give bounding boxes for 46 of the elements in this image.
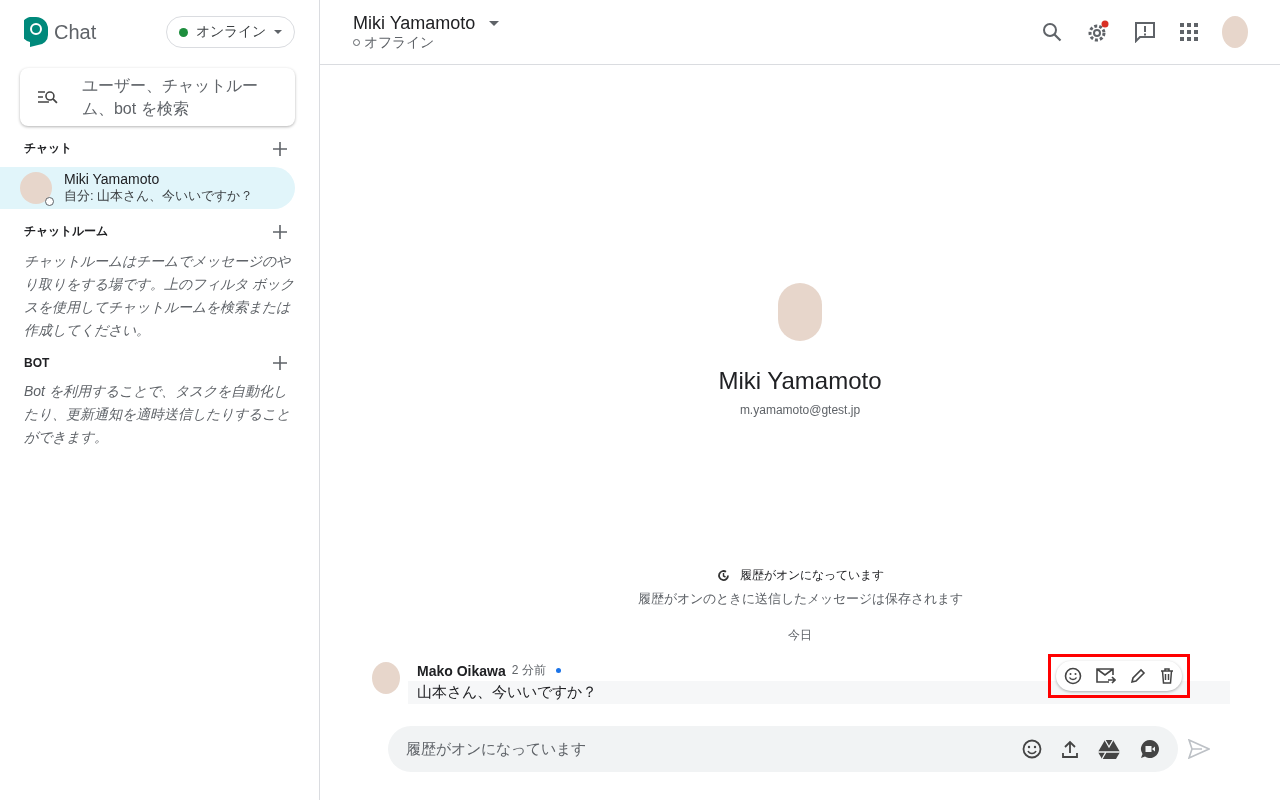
feedback-icon[interactable]: [1134, 21, 1156, 43]
profile-name: Miki Yamamoto: [718, 367, 882, 395]
section-title: BOT: [24, 356, 50, 370]
apps-grid-icon[interactable]: [1180, 23, 1198, 41]
section-title: チャット: [24, 140, 72, 157]
video-chat-icon[interactable]: [1140, 739, 1160, 759]
date-divider: 今日: [788, 627, 812, 644]
history-note: 履歴がオンのときに送信したメッセージは保存されます: [637, 590, 963, 608]
section-note: チャットルームはチームでメッセージのやり取りをする場です。上のフィルタ ボックスを使用してチャットルームを検索または作成してください。: [23, 252, 295, 340]
contact-name: Miki Yamamoto: [64, 171, 161, 187]
caret-icon[interactable]: [489, 20, 500, 26]
caret-icon: [274, 30, 282, 34]
search-filter-icon: [38, 90, 58, 104]
profile-avatar: [778, 283, 822, 341]
message-author: Mako Oikawa: [417, 662, 506, 679]
delete-icon[interactable]: [1160, 668, 1174, 684]
avatar: [372, 662, 400, 694]
settings-icon[interactable]: [1086, 20, 1110, 44]
add-icon[interactable]: [273, 141, 287, 156]
chat-logo-icon: [24, 17, 48, 47]
unread-dot: [555, 668, 561, 673]
message-text: 山本さん、今いいですか？: [408, 681, 1230, 704]
message-preview: 自分: 山本さん、今いいですか？: [64, 187, 254, 205]
search-field[interactable]: ユーザー、チャットルーム、bot を検索: [20, 68, 295, 126]
mail-forward-icon[interactable]: [1096, 668, 1116, 684]
chat-list-item[interactable]: Miki Yamamoto 自分: 山本さん、今いいですか？: [0, 167, 295, 209]
emoji-icon[interactable]: [1064, 667, 1082, 685]
status-dropdown[interactable]: オンライン: [166, 16, 295, 48]
add-icon[interactable]: [273, 356, 287, 370]
presence-status: オフライン: [364, 33, 434, 52]
message-time: 2 分前: [511, 662, 546, 679]
drive-icon[interactable]: [1098, 739, 1120, 759]
edit-icon[interactable]: [1130, 668, 1146, 684]
history-icon: [716, 569, 730, 582]
conversation-title: Miki Yamamoto: [353, 12, 476, 34]
profile-email: m.yamamoto@gtest.jp: [739, 403, 861, 417]
upload-icon[interactable]: [1062, 740, 1078, 758]
app-name: Chat: [54, 20, 97, 44]
section-title: チャットルーム: [24, 223, 108, 240]
add-icon[interactable]: [273, 224, 287, 239]
history-title: 履歴がオンになっています: [739, 567, 884, 584]
section-note: Bot を利用することで、タスクを自動化したり、更新通知を適時送信したりすることができます。: [23, 382, 291, 447]
emoji-icon[interactable]: [1022, 739, 1042, 759]
avatar: [20, 172, 52, 204]
search-icon[interactable]: [1042, 22, 1062, 42]
message-input[interactable]: 履歴がオンになっています: [388, 726, 1178, 772]
